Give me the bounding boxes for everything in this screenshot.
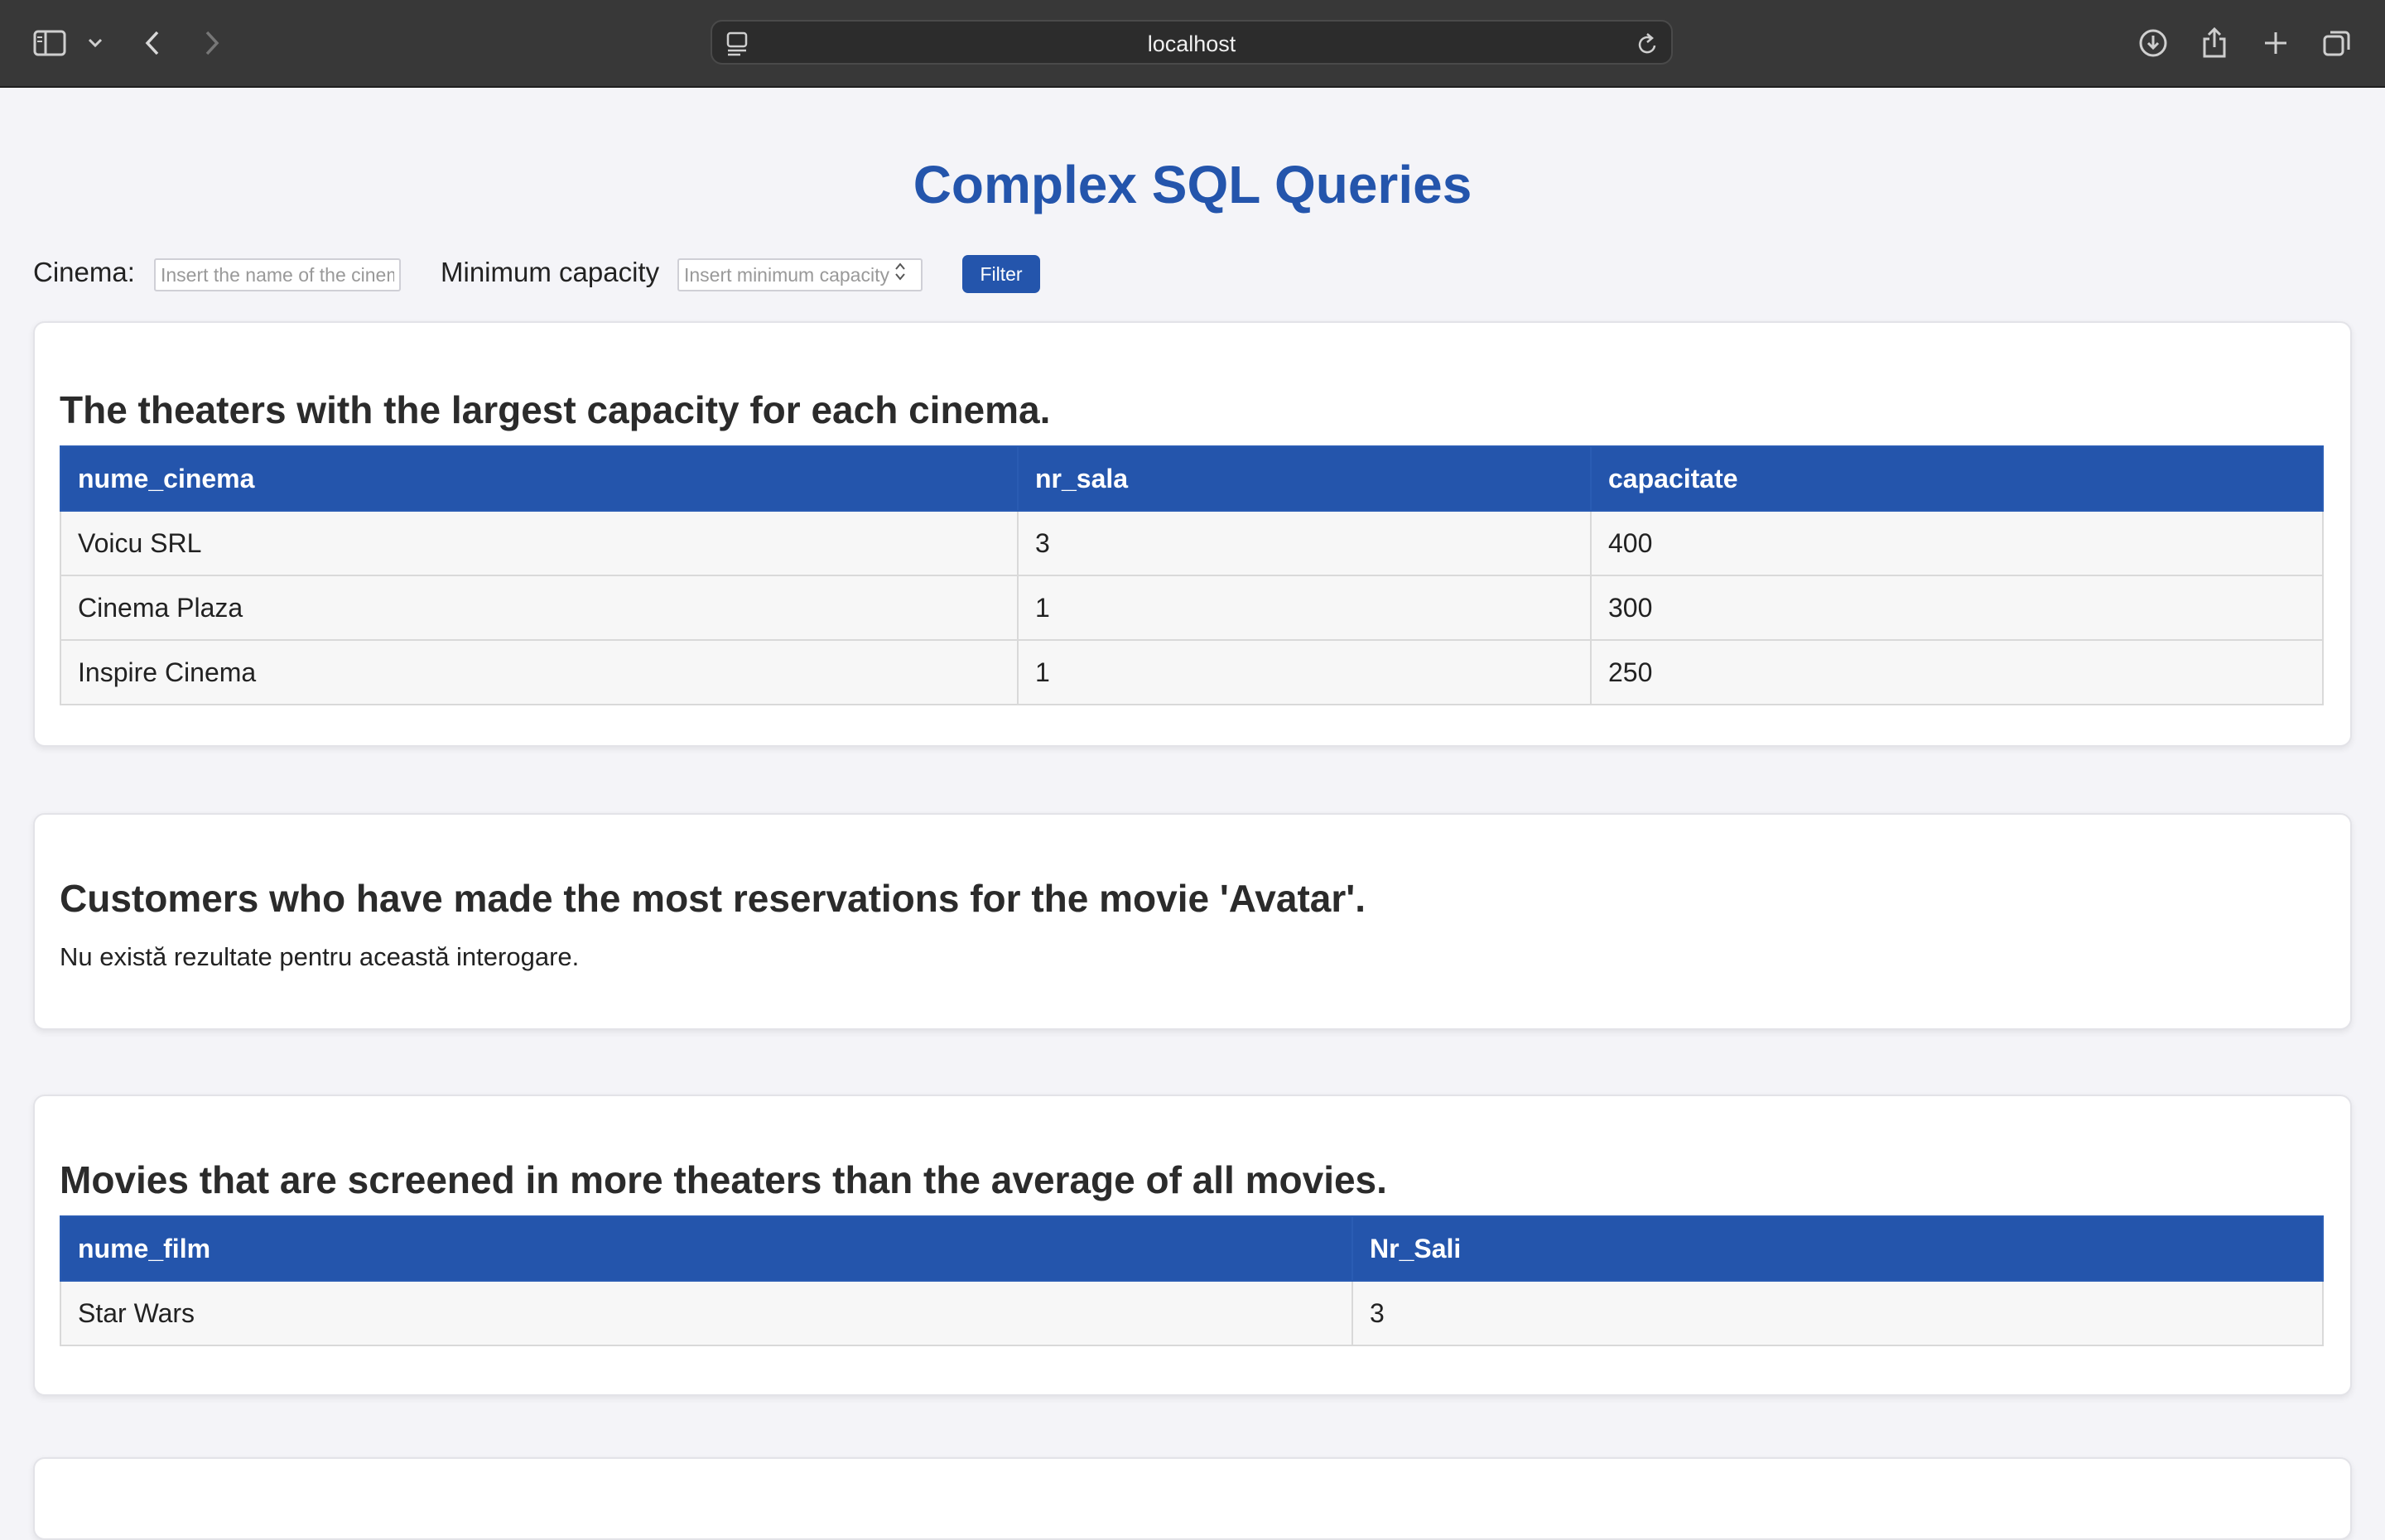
largest-capacity-table: nume_cinema nr_sala capacitate Voicu SRL… (60, 445, 2324, 705)
column-header: nume_cinema (60, 445, 1019, 512)
table-cell: Cinema Plaza (60, 575, 1019, 641)
reload-icon[interactable] (1636, 31, 1660, 60)
table-cell: 1 (1017, 575, 1592, 641)
movies-above-average-card: Movies that are screened in more theater… (33, 1095, 2352, 1396)
filter-form: Cinema: Minimum capacity Filter (33, 250, 1110, 293)
largest-capacity-card: The theaters with the largest capacity f… (33, 321, 2352, 747)
column-header: Nr_Sali (1352, 1215, 2324, 1282)
table-row: Inspire Cinema 1 250 (60, 639, 2324, 705)
table-header-row: nume_film Nr_Sali (60, 1215, 2324, 1282)
table-cell: 3 (1017, 510, 1592, 576)
share-icon[interactable] (2190, 18, 2239, 68)
table-cell: Inspire Cinema (60, 639, 1019, 705)
capacity-label: Minimum capacity (441, 257, 660, 287)
table-cell: Star Wars (60, 1280, 1353, 1346)
avatar-reservations-card: Customers who have made the most reserva… (33, 813, 2352, 1030)
address-bar[interactable]: localhost (711, 20, 1673, 65)
cinema-label: Cinema: (33, 257, 135, 287)
table-row: Star Wars 3 (60, 1280, 2324, 1346)
sidebar-icon[interactable] (25, 18, 75, 68)
table-row: Voicu SRL 3 400 (60, 510, 2324, 576)
chevron-down-icon[interactable] (75, 18, 116, 68)
download-icon[interactable] (2128, 18, 2178, 68)
column-header: nr_sala (1017, 445, 1592, 512)
url-text[interactable]: localhost (712, 31, 1671, 57)
column-header: capacitate (1590, 445, 2324, 512)
filter-button[interactable]: Filter (962, 255, 1040, 293)
capacity-input[interactable] (677, 258, 923, 291)
table-cell: 250 (1590, 639, 2324, 705)
section-heading: The theaters with the largest capacity f… (60, 388, 1051, 431)
page-title: Complex SQL Queries (913, 155, 1472, 214)
empty-result-message: Nu există rezultate pentru această inter… (60, 942, 580, 971)
stepper-icon[interactable] (894, 262, 906, 286)
page-content: Complex SQL Queries Cinema: Minimum capa… (0, 88, 2385, 1540)
plus-icon[interactable] (2251, 18, 2301, 68)
table-cell: 300 (1590, 575, 2324, 641)
movies-above-average-table: nume_film Nr_Sali Star Wars 3 (60, 1215, 2324, 1346)
tabs-overview-icon[interactable] (2312, 18, 2362, 68)
table-header-row: nume_cinema nr_sala capacitate (60, 445, 2324, 512)
table-cell: 3 (1352, 1280, 2324, 1346)
table-row: Cinema Plaza 1 300 (60, 575, 2324, 641)
column-header: nume_film (60, 1215, 1353, 1282)
section-heading: Customers who have made the most reserva… (60, 877, 1366, 920)
table-cell: 1 (1017, 639, 1592, 705)
cinema-input[interactable] (154, 258, 401, 291)
section-heading: Movies that are screened in more theater… (60, 1158, 1387, 1201)
browser-toolbar: localhost (0, 0, 2385, 88)
back-icon[interactable] (128, 18, 177, 68)
forward-icon[interactable] (187, 18, 237, 68)
table-cell: 400 (1590, 510, 2324, 576)
table-cell: Voicu SRL (60, 510, 1019, 576)
next-section-card (33, 1457, 2352, 1540)
